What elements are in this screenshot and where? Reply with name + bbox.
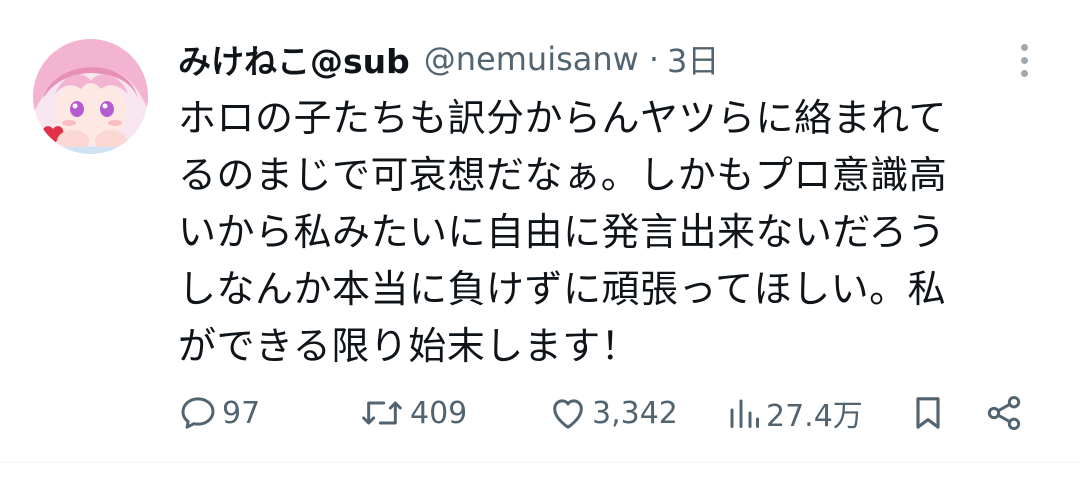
retweet-count: 409 (410, 395, 468, 431)
views-count: 27.4万 (766, 399, 863, 434)
tweet-text-line: いから私みたいに自由に発言出来ないだろう (178, 210, 946, 254)
tweet-text-line: ができる限り始末します！ (178, 324, 640, 368)
tweet-text: ホロの子たちも訳分からんヤツらに絡まれて るのまじで可哀想だなぁ。しかもプロ意識… (178, 90, 1028, 375)
separator-dot: · (648, 40, 659, 78)
like-count: 3,342 (592, 395, 678, 431)
reply-count: 97 (222, 395, 261, 431)
reply-icon (181, 397, 215, 429)
timestamp[interactable]: 3日 (667, 36, 719, 82)
user-handle[interactable]: @nemuisanw (424, 40, 639, 78)
more-vertical-icon[interactable] (1008, 40, 1040, 80)
share-button[interactable] (984, 385, 1024, 441)
display-name[interactable]: みけねこ@sub (178, 35, 410, 83)
bookmark-icon (916, 397, 940, 429)
action-bar: 97 409 3,342 27.4万 (178, 385, 1038, 441)
tweet-text-line: るのまじで可哀想だなぁ。しかもプロ意識高 (178, 153, 948, 197)
views-icon (730, 399, 759, 428)
heart-icon (553, 399, 583, 429)
avatar-image (33, 39, 148, 154)
bookmark-button[interactable] (908, 385, 948, 441)
views-button[interactable]: 27.4万 (726, 385, 863, 441)
tweet-text-line: しなんか本当に負けずに頑張ってほしい。私 (178, 267, 947, 311)
retweet-button[interactable]: 409 (358, 385, 467, 441)
reply-button[interactable]: 97 (178, 385, 260, 441)
avatar[interactable] (33, 39, 148, 154)
tweet-header: みけねこ@sub @nemuisanw · 3日 (178, 34, 1000, 84)
divider (0, 462, 1080, 463)
retweet-icon (362, 401, 402, 425)
like-button[interactable]: 3,342 (548, 385, 678, 441)
share-icon (987, 396, 1021, 430)
tweet-text-line: ホロの子たちも訳分からんヤツらに絡まれて (178, 96, 947, 140)
